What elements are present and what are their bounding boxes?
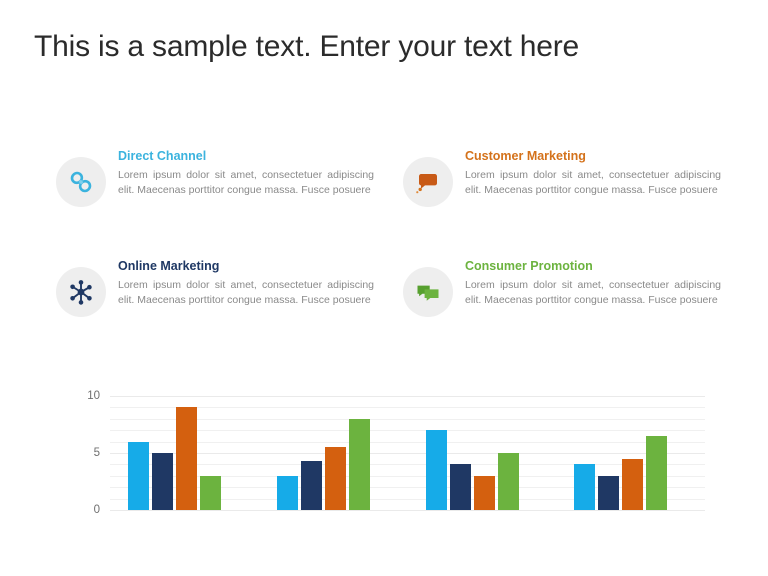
bar[interactable]	[598, 475, 620, 510]
feature-title: Online Marketing	[118, 259, 220, 273]
bar[interactable]	[473, 475, 495, 510]
chart-plot-area	[110, 396, 705, 511]
bar-group	[574, 396, 668, 510]
feature-description: Lorem ipsum dolor sit amet, consectetuer…	[465, 169, 721, 196]
bar[interactable]	[300, 460, 322, 510]
y-axis-labels: 0 5 10	[74, 390, 100, 516]
y-axis-tick-label: 10	[87, 390, 100, 402]
y-axis-tick-label: 0	[93, 504, 100, 516]
feature-body: Consumer Promotion Lorem ipsum dolor sit…	[465, 259, 721, 308]
feature-grid: Direct Channel Lorem ipsum dolor sit ame…	[0, 143, 768, 343]
feature-title: Consumer Promotion	[465, 259, 593, 273]
feature-block-online-marketing[interactable]: Online Marketing Lorem ipsum dolor sit a…	[56, 259, 376, 317]
bar[interactable]	[646, 435, 668, 510]
y-axis-tick-label: 5	[93, 447, 100, 459]
speech-bubble-icon	[403, 157, 453, 207]
feature-title: Customer Marketing	[465, 149, 586, 163]
bar[interactable]	[324, 447, 346, 510]
bar-group	[128, 396, 221, 510]
feature-description: Lorem ipsum dolor sit amet, consectetuer…	[465, 279, 721, 306]
bar[interactable]	[449, 464, 471, 510]
feature-block-customer-marketing[interactable]: Customer Marketing Lorem ipsum dolor sit…	[403, 149, 723, 207]
feature-description: Lorem ipsum dolor sit amet, consectetuer…	[118, 169, 374, 196]
feature-body: Online Marketing Lorem ipsum dolor sit a…	[118, 259, 374, 308]
bar[interactable]	[128, 441, 149, 510]
chain-link-icon	[56, 157, 106, 207]
feature-description: Lorem ipsum dolor sit amet, consectetuer…	[118, 279, 374, 306]
feature-body: Customer Marketing Lorem ipsum dolor sit…	[465, 149, 721, 198]
feature-block-consumer-promotion[interactable]: Consumer Promotion Lorem ipsum dolor sit…	[403, 259, 723, 317]
bar-group	[425, 396, 519, 510]
feature-body: Direct Channel Lorem ipsum dolor sit ame…	[118, 149, 374, 198]
bar[interactable]	[622, 458, 644, 510]
bar[interactable]	[425, 430, 447, 510]
bar[interactable]	[348, 418, 370, 510]
bar-group	[276, 396, 370, 510]
page-title: This is a sample text. Enter your text h…	[34, 30, 579, 63]
bar[interactable]	[152, 453, 173, 510]
bar[interactable]	[176, 407, 197, 510]
bar[interactable]	[200, 475, 221, 510]
feature-title: Direct Channel	[118, 149, 207, 163]
bar[interactable]	[497, 453, 519, 510]
network-hub-icon	[56, 267, 106, 317]
gridline	[110, 510, 705, 511]
bar-chart: 0 5 10	[0, 390, 768, 531]
chat-bubbles-icon	[403, 267, 453, 317]
bar[interactable]	[574, 464, 596, 510]
feature-block-direct-channel[interactable]: Direct Channel Lorem ipsum dolor sit ame…	[56, 149, 376, 207]
bar[interactable]	[276, 475, 298, 510]
